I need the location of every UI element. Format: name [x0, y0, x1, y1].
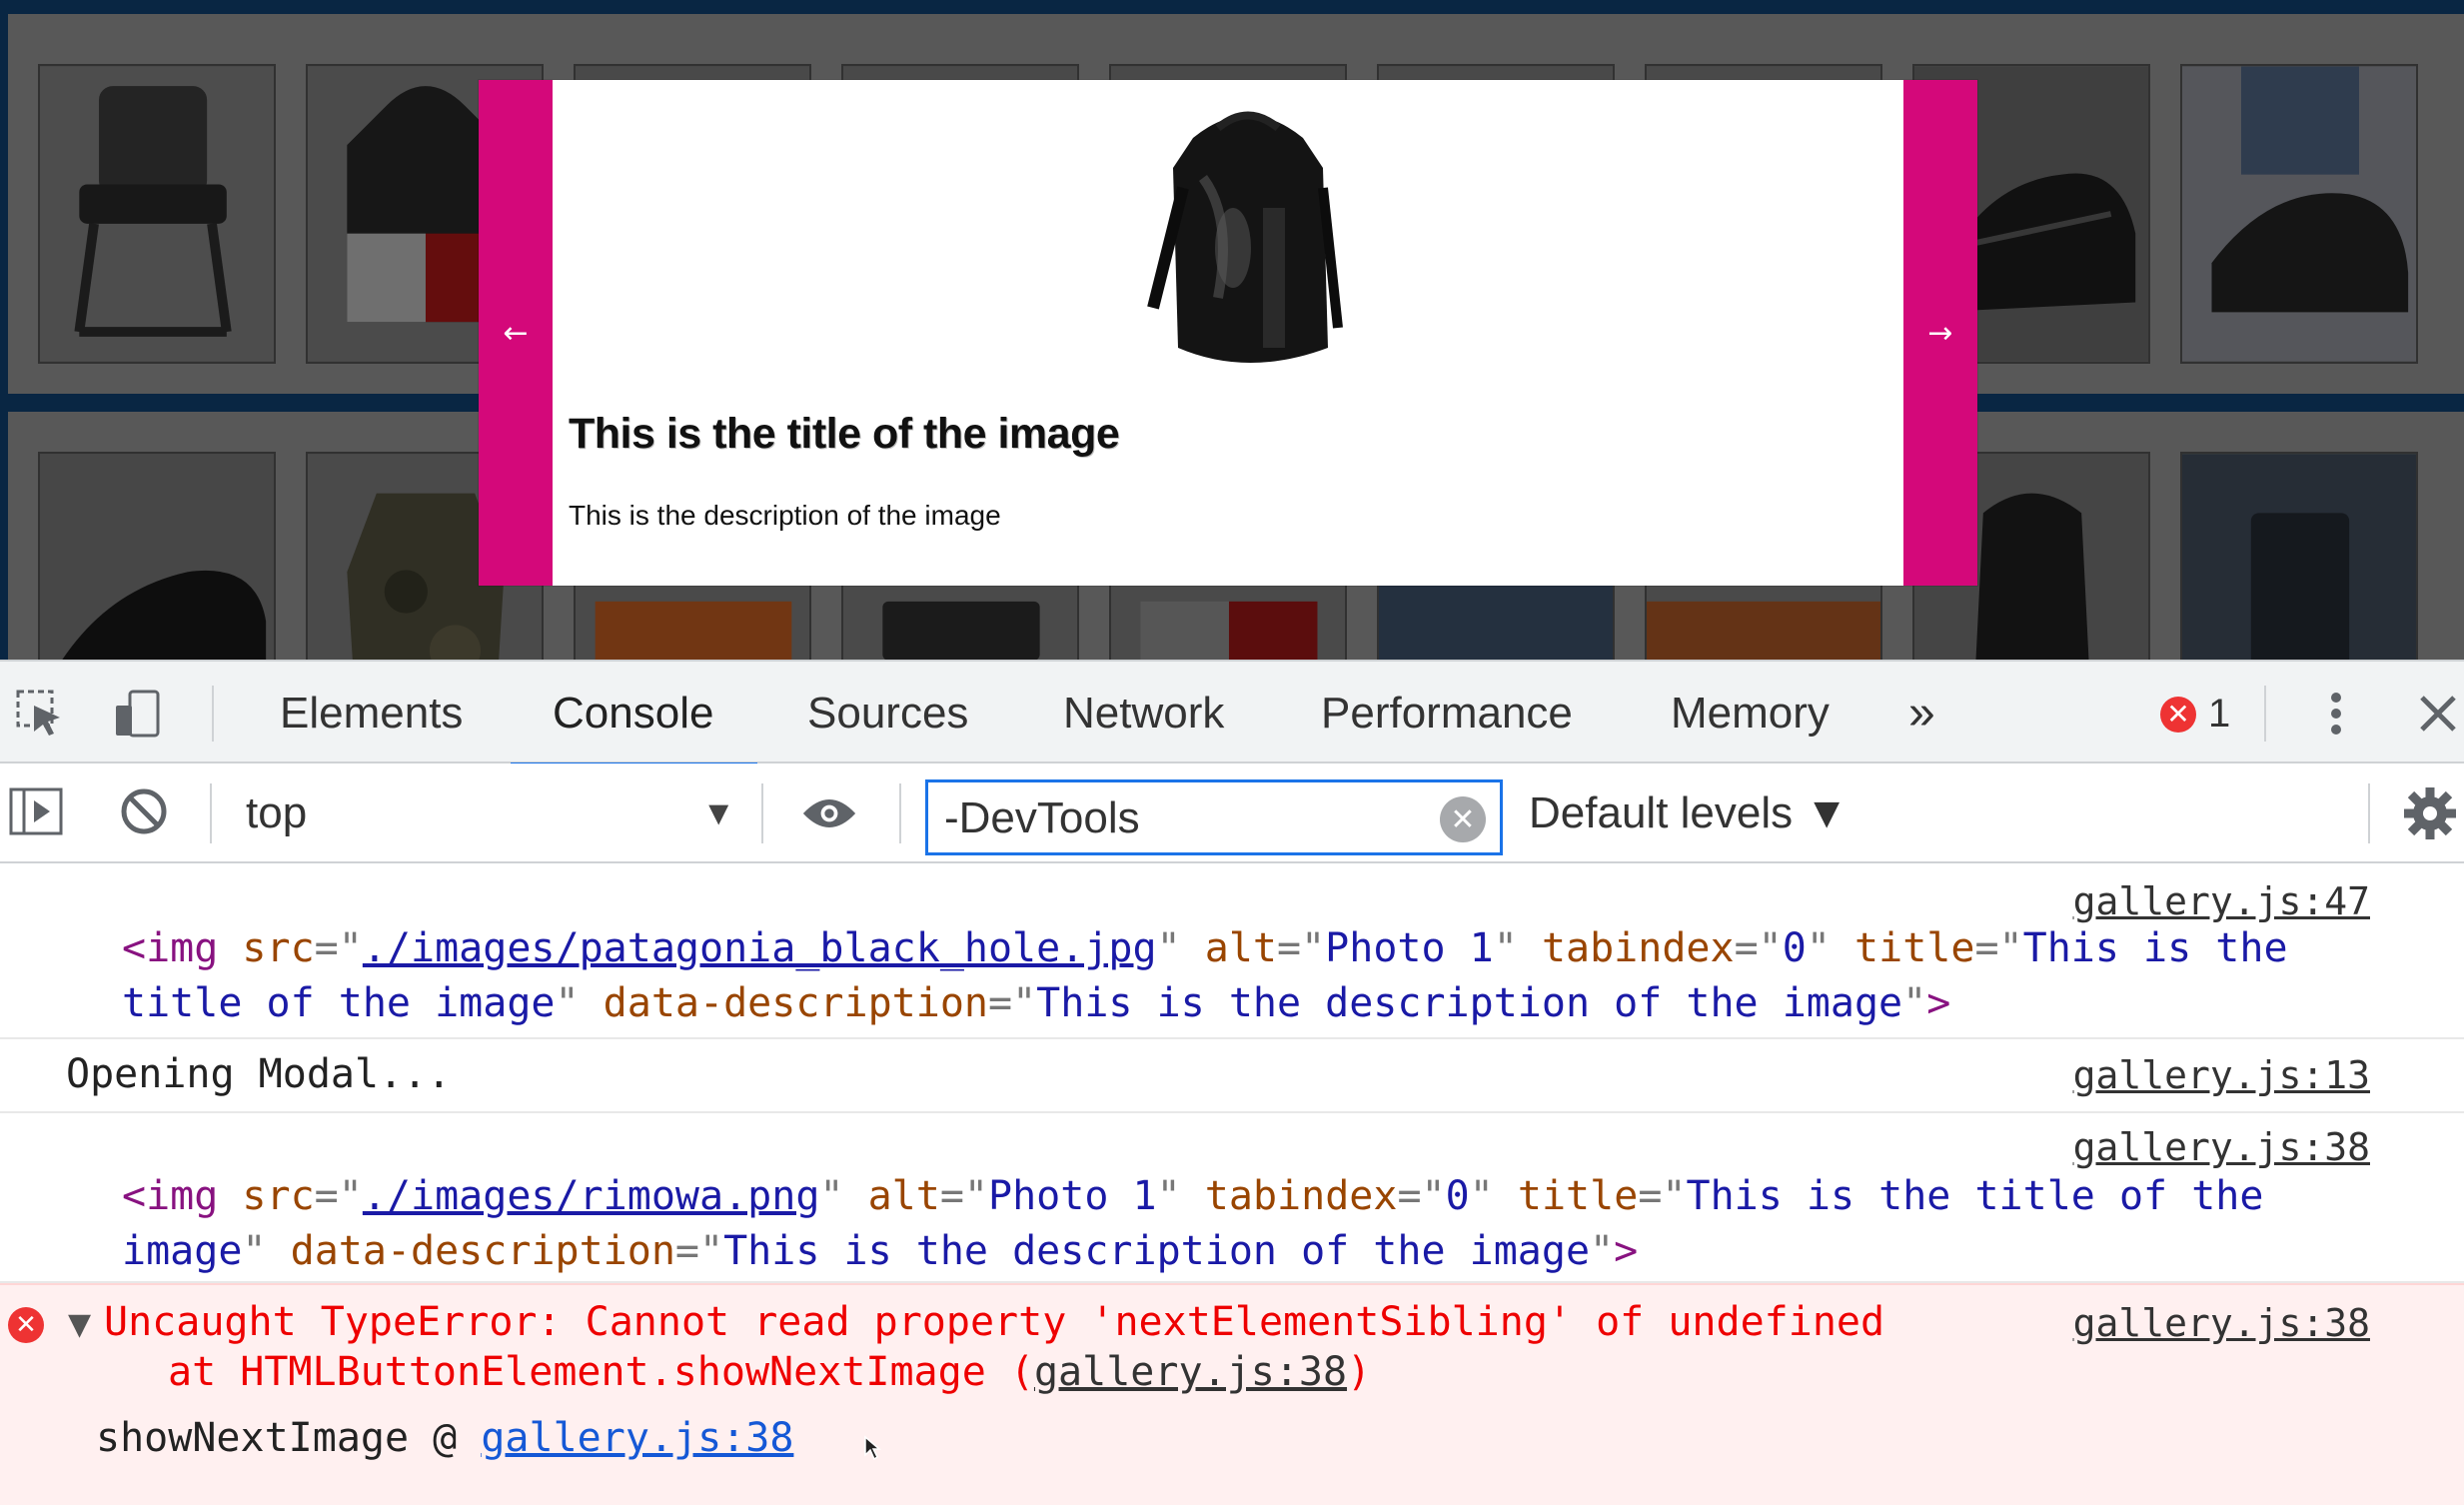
element-snippet[interactable]: <img src="./images/patagonia_black_hole.… — [122, 925, 2288, 971]
show-sidebar-icon[interactable] — [8, 783, 64, 839]
mouse-cursor-icon — [864, 1435, 881, 1461]
log-text: Opening Modal... — [66, 1051, 452, 1097]
context-select[interactable]: top ▼ — [246, 783, 735, 843]
attr-name: tabindex — [1541, 925, 1735, 971]
chevron-down-icon: ▼ — [701, 794, 735, 832]
console-filterbar: top ▼ ✕ Default levels ▼ — [0, 763, 2464, 863]
attr-name: title — [1854, 925, 1975, 971]
tab-memory[interactable]: Memory — [1671, 662, 1830, 765]
console-message: gallery.js:47 <img src="./images/patagon… — [0, 865, 2464, 1039]
error-text: Uncaught TypeError: Cannot read property… — [104, 1299, 1885, 1345]
close-icon[interactable] — [2410, 686, 2464, 742]
attr-name: data-description — [290, 1228, 675, 1274]
attr-name: alt — [1204, 925, 1277, 971]
toolbar-divider — [2264, 686, 2266, 742]
tag-open: <img — [122, 925, 219, 971]
gear-icon[interactable] — [2402, 785, 2458, 841]
attr-value: 0 — [1782, 925, 1807, 971]
console-error: ✕ ▼ Uncaught TypeError: Cannot read prop… — [0, 1283, 2464, 1505]
tag-open: <img — [122, 1173, 219, 1219]
modal-image — [1147, 111, 1343, 363]
console-message: gallery.js:38 <img src="./images/rimowa.… — [0, 1113, 2464, 1283]
attr-name: alt — [867, 1173, 940, 1219]
error-icon: ✕ — [8, 1307, 44, 1343]
console-filter: ✕ — [925, 779, 1503, 855]
error-count-badge[interactable]: ✕ 1 — [2160, 692, 2230, 737]
arrow-right-icon: → — [1927, 315, 1953, 351]
toolbar-divider — [2368, 783, 2370, 843]
error-count: 1 — [2208, 692, 2231, 736]
clear-filter-icon[interactable]: ✕ — [1440, 796, 1486, 842]
context-value: top — [246, 788, 308, 837]
attr-name: src — [242, 925, 315, 971]
attr-value: Photo 1 — [1325, 925, 1494, 971]
error-icon: ✕ — [2160, 696, 2196, 733]
attr-value: This is the description of the image — [723, 1228, 1591, 1274]
tab-network[interactable]: Network — [1063, 662, 1224, 765]
attr-value: title of the image — [122, 980, 556, 1026]
clear-console-icon[interactable] — [116, 783, 172, 839]
source-link[interactable]: gallery.js:38 — [2073, 1125, 2370, 1169]
stack-link[interactable]: gallery.js:38 — [481, 1415, 793, 1461]
attr-name: tabindex — [1204, 1173, 1398, 1219]
stack-frame: showNextImage @ gallery.js:38 — [96, 1415, 793, 1461]
tab-elements[interactable]: Elements — [280, 662, 463, 765]
stack-function: showNextImage @ — [96, 1415, 458, 1461]
devtools-tabbar: Elements Console Sources Network Perform… — [0, 660, 2464, 767]
eye-icon[interactable] — [801, 785, 857, 841]
arrow-left-icon: ← — [503, 315, 529, 351]
error-message: Uncaught TypeError: Cannot read property… — [104, 1299, 1884, 1345]
attr-name: src — [242, 1173, 315, 1219]
source-link[interactable]: gallery.js:13 — [2073, 1053, 2370, 1097]
element-snippet-cont: image" data-description="This is the des… — [122, 1228, 1639, 1274]
attr-value: Photo 1 — [988, 1173, 1157, 1219]
console-message: Opening Modal... gallery.js:13 — [0, 1039, 2464, 1113]
attr-name: title — [1517, 1173, 1639, 1219]
gallery-page: ← This is the title of the image This is… — [0, 0, 2464, 660]
attr-value: This is the title of the — [1686, 1173, 2264, 1219]
image-modal: ← This is the title of the image This is… — [479, 80, 1977, 586]
attr-value: image — [122, 1228, 243, 1274]
modal-description: This is the description of the image — [569, 500, 1001, 531]
inspect-element-icon[interactable] — [12, 686, 68, 742]
attr-value: This is the — [2022, 925, 2288, 971]
error-at-text: at HTMLButtonElement.showNextImage ( — [168, 1349, 1034, 1395]
kebab-menu-icon[interactable] — [2308, 686, 2364, 742]
toolbar-divider — [761, 783, 763, 843]
error-at-link[interactable]: gallery.js:38 — [1034, 1349, 1347, 1395]
element-snippet[interactable]: <img src="./images/rimowa.png" alt="Phot… — [122, 1173, 2263, 1219]
devtools-panel: Elements Console Sources Network Perform… — [0, 660, 2464, 1505]
log-levels-dropdown[interactable]: Default levels ▼ — [1529, 783, 1848, 843]
image-src-link[interactable]: ./images/patagonia_black_hole.jpg — [363, 925, 1157, 971]
tab-sources[interactable]: Sources — [807, 662, 968, 765]
attr-value: This is the description of the image — [1036, 980, 1903, 1026]
tab-console[interactable]: Console — [510, 662, 758, 767]
console-messages: gallery.js:47 <img src="./images/patagon… — [0, 865, 2464, 1505]
expand-triangle-icon[interactable]: ▼ — [68, 1307, 91, 1342]
attr-name: data-description — [603, 980, 988, 1026]
modal-title: This is the title of the image — [569, 410, 1120, 458]
tab-performance[interactable]: Performance — [1321, 662, 1573, 765]
device-toolbar-icon[interactable] — [110, 686, 166, 742]
more-tabs-button[interactable]: » — [1908, 662, 1935, 765]
modal-next-button[interactable]: → — [1903, 80, 1977, 586]
error-location: at HTMLButtonElement.showNextImage (gall… — [168, 1349, 1371, 1395]
image-src-link[interactable]: ./images/rimowa.png — [363, 1173, 820, 1219]
filter-input[interactable] — [942, 786, 1426, 850]
element-snippet-cont: title of the image" data-description="Th… — [122, 980, 1951, 1026]
attr-value: 0 — [1445, 1173, 1470, 1219]
toolbar-divider — [899, 783, 901, 843]
modal-prev-button[interactable]: ← — [479, 80, 553, 586]
toolbar-divider — [210, 783, 212, 843]
source-link[interactable]: gallery.js:38 — [2073, 1301, 2370, 1345]
error-at-close: ) — [1347, 1349, 1372, 1395]
source-link[interactable]: gallery.js:47 — [2073, 879, 2370, 923]
toolbar-divider — [212, 686, 214, 742]
